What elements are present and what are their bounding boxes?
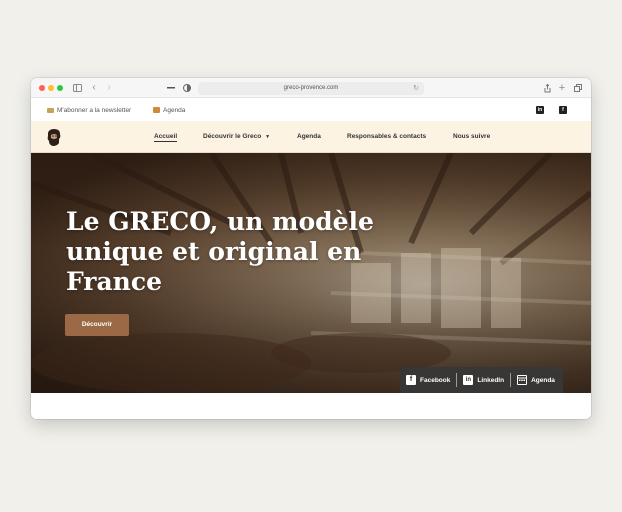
content-area bbox=[31, 393, 591, 419]
facebook-icon[interactable]: f bbox=[559, 106, 567, 114]
nav-item-agenda[interactable]: Agenda bbox=[297, 121, 321, 153]
nav-item-label: Accueil bbox=[154, 133, 178, 142]
newsletter-icon bbox=[47, 107, 54, 113]
browser-window: ‹ › greco-provence.com ↻ + M'abonner a l… bbox=[31, 78, 591, 419]
social-links-bar: f Facebook in LinkedIn Agenda bbox=[400, 367, 563, 393]
discover-button[interactable]: Découvrir bbox=[65, 314, 129, 336]
minimize-window-button[interactable] bbox=[48, 85, 54, 91]
nav-item-label: Agenda bbox=[297, 133, 321, 140]
forward-icon[interactable]: › bbox=[105, 81, 113, 95]
calendar-icon bbox=[517, 375, 528, 385]
linkedin-label: LinkedIn bbox=[477, 376, 505, 384]
back-icon[interactable]: ‹ bbox=[90, 81, 98, 95]
facebook-link[interactable]: f Facebook bbox=[400, 373, 456, 387]
share-icon[interactable] bbox=[542, 81, 552, 95]
sidebar-icon[interactable] bbox=[72, 81, 82, 95]
linkedin-icon: in bbox=[463, 375, 474, 385]
main-nav: Accueil Découvrir le Greco ▼ Agenda Respo… bbox=[31, 121, 591, 153]
nav-item-decouvrir[interactable]: Découvrir le Greco ▼ bbox=[203, 121, 270, 153]
linkedin-icon[interactable]: in bbox=[536, 106, 544, 114]
browser-toolbar: ‹ › greco-provence.com ↻ + bbox=[31, 78, 591, 98]
agenda-link[interactable]: Agenda bbox=[153, 99, 185, 121]
minus-icon[interactable] bbox=[166, 81, 176, 95]
nav-item-nous-suivre[interactable]: Nous suivre bbox=[453, 121, 490, 153]
agenda-label: Agenda bbox=[163, 106, 186, 114]
agenda-link[interactable]: Agenda bbox=[510, 373, 561, 387]
reload-icon[interactable]: ↻ bbox=[413, 82, 419, 95]
nav-item-responsables[interactable]: Responsables & contacts bbox=[347, 121, 426, 153]
nav-item-label: Découvrir le Greco bbox=[203, 133, 262, 140]
facebook-label: Facebook bbox=[420, 376, 451, 384]
utility-bar: M'abonner a la newsletter Agenda in f bbox=[31, 99, 591, 121]
hero-title: Le GRECO, un modèle unique et original e… bbox=[66, 207, 374, 296]
nav-item-label: Nous suivre bbox=[453, 133, 491, 140]
chevron-down-icon: ▼ bbox=[265, 134, 271, 140]
agenda-label: Agenda bbox=[531, 376, 555, 384]
nav-item-label: Responsables & contacts bbox=[347, 133, 427, 140]
address-bar[interactable]: greco-provence.com ↻ bbox=[198, 82, 424, 95]
newsletter-link[interactable]: M'abonner a la newsletter bbox=[47, 99, 131, 121]
nav-item-accueil[interactable]: Accueil bbox=[154, 121, 178, 153]
new-tab-icon[interactable]: + bbox=[557, 81, 567, 95]
greco-logo[interactable] bbox=[45, 128, 63, 147]
maximize-window-button[interactable] bbox=[57, 85, 63, 91]
facebook-icon: f bbox=[406, 375, 416, 385]
shield-icon[interactable] bbox=[182, 81, 192, 95]
newsletter-label: M'abonner a la newsletter bbox=[57, 106, 132, 114]
close-window-button[interactable] bbox=[39, 85, 45, 91]
tabs-icon[interactable] bbox=[573, 81, 583, 95]
linkedin-link[interactable]: in LinkedIn bbox=[456, 373, 510, 387]
calendar-icon bbox=[153, 107, 160, 113]
url-text: greco-provence.com bbox=[283, 85, 339, 91]
hero-section: Le GRECO, un modèle unique et original e… bbox=[31, 153, 591, 393]
